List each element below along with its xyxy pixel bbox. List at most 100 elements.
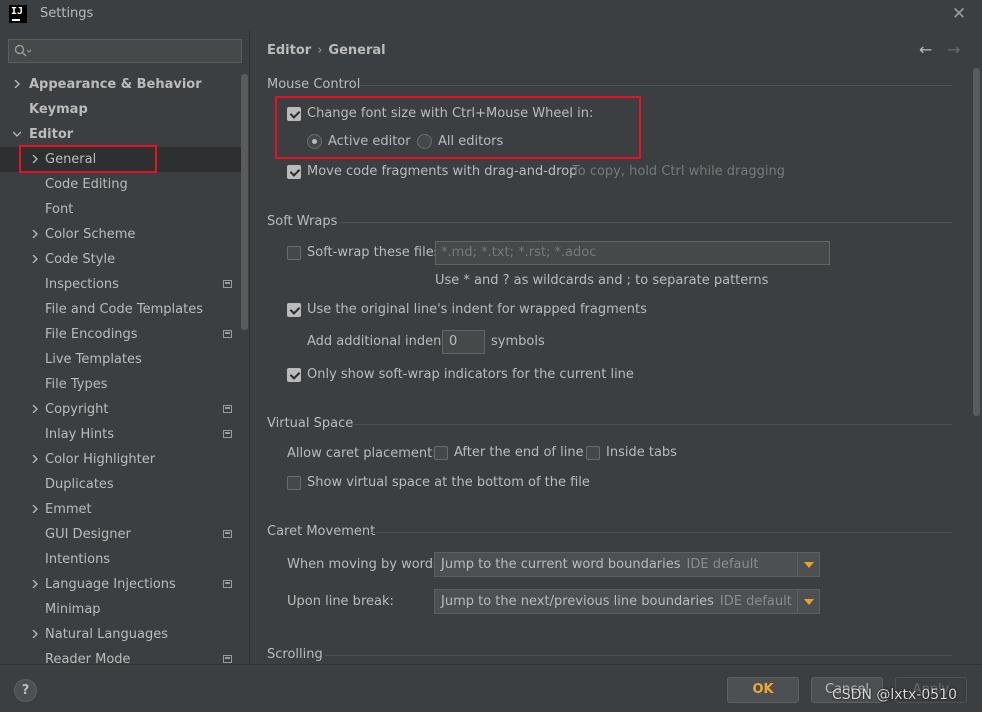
settings-sidebar: Appearance & Behavior Keymap Editor Gene… xyxy=(0,30,249,664)
sidebar-item-natural-languages[interactable]: Natural Languages xyxy=(0,622,240,647)
sidebar-item-minimap[interactable]: Minimap xyxy=(0,597,240,622)
upon-line-break-label: Upon line break: xyxy=(287,594,394,609)
close-icon[interactable]: ✕ xyxy=(948,2,970,26)
sidebar-item-editor[interactable]: Editor xyxy=(0,122,240,147)
sidebar-item-general[interactable]: General xyxy=(0,147,241,172)
section-title-mouse-control: Mouse Control xyxy=(267,77,361,92)
sidebar-item-gui-designer[interactable]: GUI Designer xyxy=(0,522,240,547)
project-scope-icon xyxy=(223,530,232,538)
project-scope-icon xyxy=(223,280,232,288)
ok-button[interactable]: OK xyxy=(727,677,799,703)
sidebar-item-color-highlighter[interactable]: Color Highlighter xyxy=(0,447,240,472)
app-icon-text: IJ xyxy=(11,6,24,17)
chevron-right-icon[interactable] xyxy=(31,580,39,588)
project-scope-icon xyxy=(223,655,232,663)
chevron-right-icon[interactable] xyxy=(31,405,39,413)
forward-arrow-icon[interactable]: → xyxy=(947,40,960,59)
breadcrumb-separator: › xyxy=(317,43,323,58)
additional-indent-input[interactable]: 0 xyxy=(442,330,485,354)
back-arrow-icon[interactable]: ← xyxy=(919,40,932,59)
radio-label: Active editor xyxy=(328,134,411,149)
project-scope-icon xyxy=(223,430,232,438)
sidebar-item-copyright[interactable]: Copyright xyxy=(0,397,240,422)
moving-by-words-dropdown[interactable]: Jump to the current word boundaries IDE d… xyxy=(434,552,820,577)
project-scope-icon xyxy=(223,580,232,588)
sidebar-item-color-scheme[interactable]: Color Scheme xyxy=(0,222,240,247)
sidebar-item-keymap[interactable]: Keymap xyxy=(0,97,240,122)
sidebar-item-code-editing[interactable]: Code Editing xyxy=(0,172,240,197)
sidebar-item-label: Color Highlighter xyxy=(45,452,156,467)
checkbox-box[interactable] xyxy=(287,368,301,382)
sidebar-item-label: File Encodings xyxy=(45,327,138,342)
sidebar-item-label: Intentions xyxy=(45,552,111,567)
sidebar-item-appearance[interactable]: Appearance & Behavior xyxy=(0,72,240,97)
sidebar-item-label: Emmet xyxy=(45,502,92,517)
wildcard-hint: Use * and ? as wildcards and ; to separa… xyxy=(435,273,769,288)
chevron-right-icon[interactable] xyxy=(13,80,21,88)
chevron-right-icon[interactable] xyxy=(31,630,39,638)
csdn-watermark: CSDN @lxtx-0510 xyxy=(832,687,957,703)
sidebar-item-file-code-templates[interactable]: File and Code Templates xyxy=(0,297,240,322)
radio-circle[interactable] xyxy=(417,134,432,149)
breadcrumb-parent[interactable]: Editor xyxy=(267,43,311,58)
search-input[interactable] xyxy=(8,39,242,63)
sidebar-item-inlay-hints[interactable]: Inlay Hints xyxy=(0,422,240,447)
sidebar-item-label: Inspections xyxy=(45,277,119,292)
checkbox-box[interactable] xyxy=(586,446,600,460)
radio-label: All editors xyxy=(438,134,504,149)
dropdown-default-tag: IDE default xyxy=(686,557,759,572)
sidebar-item-label: Copyright xyxy=(45,402,109,417)
chevron-right-icon[interactable] xyxy=(31,230,39,238)
allow-caret-label: Allow caret placement: xyxy=(287,446,437,461)
sidebar-item-reader-mode[interactable]: Reader Mode xyxy=(0,647,240,664)
sidebar-item-duplicates[interactable]: Duplicates xyxy=(0,472,240,497)
checkbox-box[interactable] xyxy=(287,107,301,121)
checkbox-box[interactable] xyxy=(287,303,301,317)
chevron-down-icon[interactable] xyxy=(797,553,819,576)
checkbox-label: Change font size with Ctrl+Mouse Wheel i… xyxy=(307,106,594,121)
chevron-right-icon[interactable] xyxy=(31,155,39,163)
sidebar-item-emmet[interactable]: Emmet xyxy=(0,497,240,522)
sidebar-item-code-style[interactable]: Code Style xyxy=(0,247,240,272)
section-title-virtual-space: Virtual Space xyxy=(267,416,354,431)
checkbox-label: Show virtual space at the bottom of the … xyxy=(307,475,590,490)
sidebar-item-language-injections[interactable]: Language Injections xyxy=(0,572,240,597)
checkbox-box[interactable] xyxy=(434,446,448,460)
dialog-footer: ? OK Cancel Apply CSDN @lxtx-0510 xyxy=(0,664,982,712)
content-scrollbar[interactable] xyxy=(973,68,980,416)
chevron-down-icon[interactable] xyxy=(13,130,21,138)
sidebar-item-intentions[interactable]: Intentions xyxy=(0,547,240,572)
chevron-down-icon[interactable] xyxy=(797,590,819,613)
checkbox-label: Use the original line's indent for wrapp… xyxy=(307,302,647,317)
sidebar-item-label: Language Injections xyxy=(45,577,176,592)
checkbox-box[interactable] xyxy=(287,476,301,490)
sidebar-item-file-types[interactable]: File Types xyxy=(0,372,240,397)
moving-by-words-label: When moving by words: xyxy=(287,557,445,572)
sidebar-item-font[interactable]: Font xyxy=(0,197,240,222)
drag-copy-hint: To copy, hold Ctrl while dragging xyxy=(572,164,785,179)
soft-wrap-patterns-input[interactable]: *.md; *.txt; *.rst; *.adoc xyxy=(435,241,830,265)
checkbox-label: Soft-wrap these files: xyxy=(307,245,445,260)
intellij-app-icon: IJ xyxy=(9,5,27,23)
chevron-right-icon[interactable] xyxy=(31,255,39,263)
checkbox-label: Inside tabs xyxy=(606,445,677,460)
checkbox-label: After the end of line xyxy=(454,445,584,460)
breadcrumb-current: General xyxy=(328,43,386,58)
sidebar-item-file-encodings[interactable]: File Encodings xyxy=(0,322,240,347)
sidebar-scrollbar[interactable] xyxy=(241,74,248,330)
chevron-right-icon[interactable] xyxy=(31,455,39,463)
sidebar-item-label: Inlay Hints xyxy=(45,427,114,442)
radio-circle[interactable] xyxy=(307,134,322,149)
upon-line-break-dropdown[interactable]: Jump to the next/previous line boundarie… xyxy=(434,589,820,614)
sidebar-item-label: Font xyxy=(45,202,74,217)
sidebar-item-inspections[interactable]: Inspections xyxy=(0,272,240,297)
help-icon[interactable]: ? xyxy=(14,679,37,702)
chevron-right-icon[interactable] xyxy=(31,505,39,513)
sidebar-item-live-templates[interactable]: Live Templates xyxy=(0,347,240,372)
checkbox-box[interactable] xyxy=(287,246,301,260)
project-scope-icon xyxy=(223,405,232,413)
window-title: Settings xyxy=(40,6,94,21)
checkbox-box[interactable] xyxy=(287,165,301,179)
sidebar-item-label: Live Templates xyxy=(45,352,142,367)
checkbox-label: Only show soft-wrap indicators for the c… xyxy=(307,367,634,382)
